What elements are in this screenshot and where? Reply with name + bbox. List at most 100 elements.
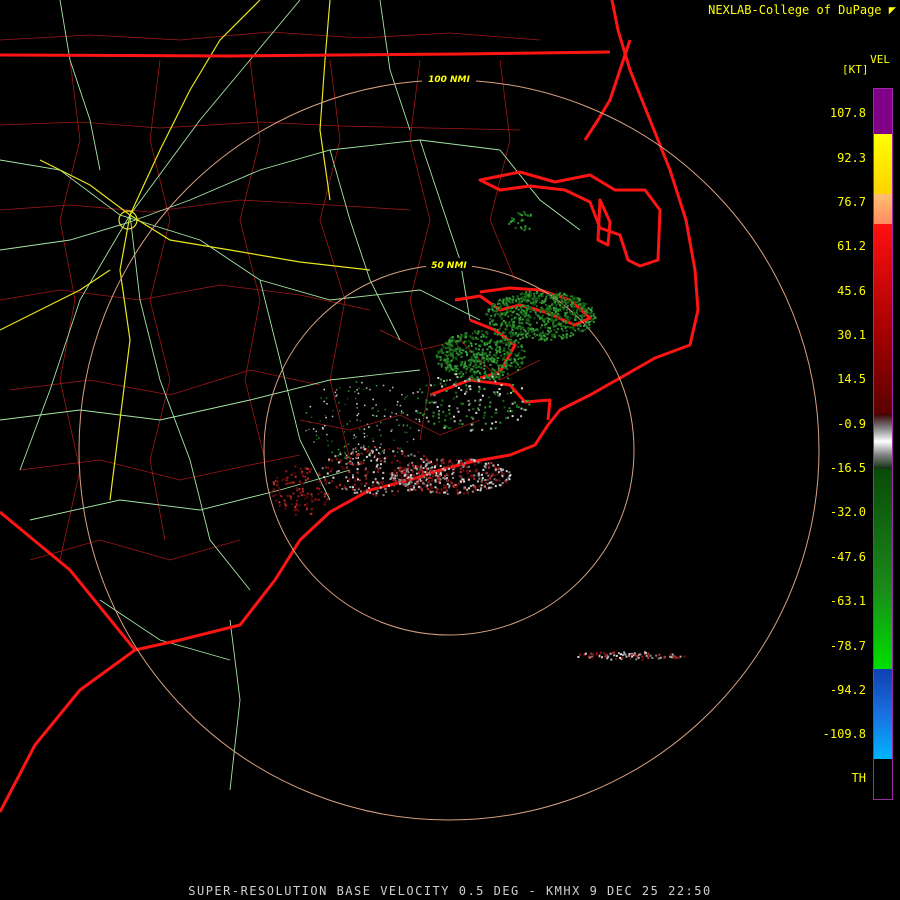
echo-pixel [569,317,572,320]
echo-pixel [468,470,471,473]
echo-pixel [478,385,481,388]
echo-pixel [450,341,453,344]
echo-pixel [544,317,547,320]
echo-pixel [543,320,546,323]
echo-pixel [491,308,494,311]
echo-pixel [539,326,542,329]
echo-pixel [576,313,579,316]
echo-pixel [456,492,459,495]
echo-pixel [410,453,413,456]
echo-pixel [433,475,436,478]
echo-pixel [464,340,467,343]
echo-pixel [274,493,277,496]
echo-pixel [344,451,346,454]
echo-pixel [463,364,466,367]
echo-pixel [415,472,418,475]
echo-pixel [500,468,502,470]
echo-pixel [438,410,441,412]
echo-pixel [544,326,547,329]
echo-pixel [417,397,419,400]
echo-pixel [440,365,443,368]
echo-pixel [343,431,346,433]
echo-pixel [310,493,313,496]
echo-pixel [456,365,459,368]
echo-pixel [585,324,588,327]
echo-pixel [569,295,572,298]
echo-pixel [505,323,508,326]
echo-pixel [511,415,514,418]
echo-pixel [385,456,388,459]
echo-pixel [468,458,471,461]
echo-pixel [580,315,583,318]
echo-pixel [526,301,529,304]
echo-pixel [498,369,500,372]
echo-pixel [541,324,543,327]
echo-pixel [458,372,461,375]
echo-pixel [472,336,475,339]
echo-pixel [453,466,456,469]
echo-pixel [358,453,360,456]
echo-pixel [507,416,509,419]
echo-pixel [588,321,590,324]
echo-pixel [482,468,485,471]
echo-pixel [433,384,436,387]
echo-pixel [478,477,481,480]
echo-pixel [460,335,463,338]
echo-pixel [510,351,513,354]
echo-pixel [584,652,587,655]
echo-pixel [529,306,532,309]
echo-pixel [463,492,465,495]
echo-pixel [552,297,555,300]
echo-pixel [399,474,402,477]
echo-pixel [306,472,309,475]
echo-pixel [559,316,562,318]
echo-pixel [473,477,476,480]
echo-pixel [357,443,360,445]
echo-pixel [369,388,371,391]
echo-pixel [621,653,624,656]
echo-pixel [484,462,487,465]
echo-pixel [417,479,420,481]
echo-pixel [455,349,458,352]
echo-pixel [436,406,439,408]
echo-pixel [437,350,440,353]
echo-pixel [404,473,407,476]
echo-pixel [457,353,460,356]
echo-pixel [578,307,581,310]
echo-pixel [421,473,424,476]
echo-pixel [551,335,554,338]
echo-pixel [446,357,449,360]
echo-pixel [460,389,463,392]
echo-pixel [502,473,505,476]
echo-pixel [362,388,365,391]
echo-pixel [521,333,524,336]
echo-pixel [477,461,480,464]
echo-pixel [382,448,385,451]
echo-pixel [535,305,538,308]
echo-pixel [635,658,638,661]
echo-pixel [521,322,524,325]
echo-pixel [583,328,586,331]
echo-pixel [371,452,374,454]
echo-pixel [305,412,308,414]
echo-pixel [496,307,499,310]
echo-pixel [445,379,448,382]
echo-pixel [474,399,477,402]
echo-pixel [417,465,420,468]
echo-pixel [497,377,500,380]
echo-pixel [319,483,322,486]
echo-pixel [523,315,526,318]
echo-pixel [513,218,515,221]
echo-pixel [518,322,521,325]
echo-pixel [509,342,512,345]
echo-pixel [473,370,476,373]
echo-pixel [489,317,492,320]
echo-pixel [398,480,401,483]
echo-pixel [581,318,584,321]
echo-pixel [299,491,302,494]
echo-pixel [378,457,381,460]
echo-pixel [498,394,501,397]
echo-pixel [372,450,374,453]
echo-pixel [495,362,498,365]
echo-pixel [520,330,523,333]
